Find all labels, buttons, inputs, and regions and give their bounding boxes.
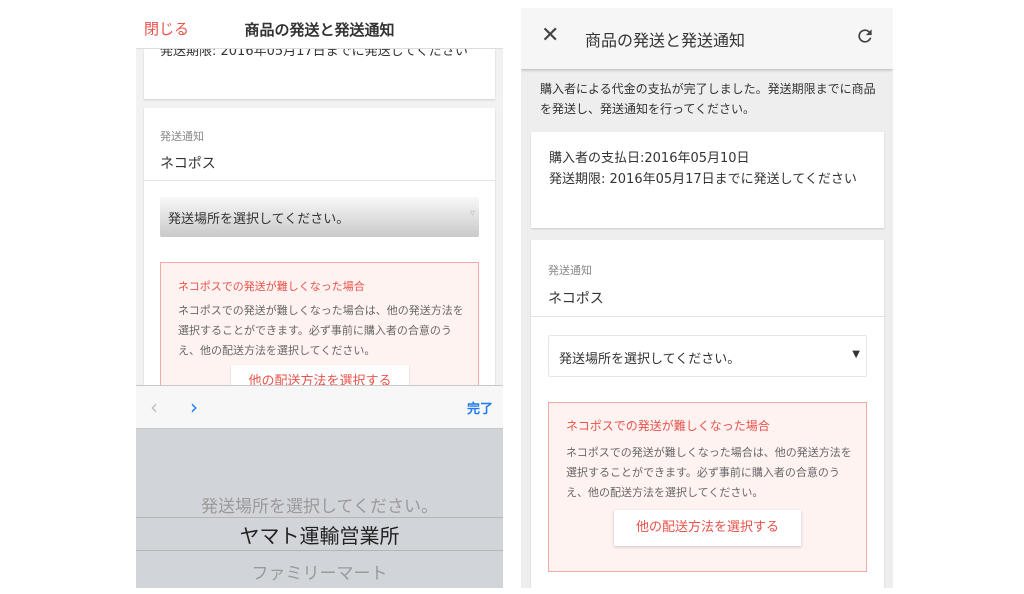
shipping-deadline-text: 発送期限: 2016年05月17日までに発送してください [549,172,857,187]
shipping-notice-card: 発送通知 ネコポス 発送場所を選択してください。 ▼ ネコポスでの発送が難しくな… [531,240,884,588]
alert-body: ネコポスでの発送が難しくなった場合は、他の発送方法を選択することができます。必ず… [566,446,852,499]
picker-selection: ヤマト運輸営業所 [136,517,503,551]
header-bar: ✕ 商品の発送と発送通知 [521,8,893,69]
picker-option[interactable]: ファミリーマート [136,559,503,584]
divider [531,316,884,317]
shipping-notice-label: 発送通知 [160,130,204,143]
shipping-method-value: ネコポス [160,156,216,172]
shipping-location-select[interactable]: 発送場所を選択してください。 ▿ [160,197,479,237]
alternative-shipping-alert: ネコポスでの発送が難しくなった場合 ネコポスでの発送が難しくなった場合は、他の発… [548,402,867,572]
shipping-notice-label: 発送通知 [548,264,592,277]
page-title: 商品の発送と発送通知 [585,31,746,50]
picker-wheel[interactable]: 発送場所を選択してください。 ヤマト運輸営業所 ファミリーマート [136,429,503,588]
payment-info-card: 購入者の支払日:2016年05月10日 発送期限: 2016年05月17日までに… [531,132,884,228]
header-bar: 閉じる 商品の発送と発送通知 [136,8,503,49]
payment-date-text: 購入者の支払日:2016年05月10日 [549,151,750,166]
alert-body: ネコポスでの発送が難しくなった場合は、他の発送方法を選択することができます。必ず… [178,304,464,357]
close-icon[interactable]: ✕ [541,23,559,48]
divider [144,180,495,181]
picker-selected-option[interactable]: ヤマト運輸営業所 [136,520,503,549]
alert-title: ネコポスでの発送が難しくなった場合 [566,419,770,433]
previous-field-icon[interactable]: ‹ [150,395,158,419]
page-title: 商品の発送と発送通知 [244,21,395,39]
deadline-card: 発送期限: 2016年05月17日までに発送してください [144,44,495,99]
picker-option[interactable]: 発送場所を選択してください。 [136,492,503,517]
next-field-icon[interactable]: › [190,395,198,419]
shipping-location-select[interactable]: 発送場所を選択してください。 ▼ [548,335,867,377]
payment-complete-message: 購入者による代金の支払が完了しました。発送期限までに商品を発送し、発送通知を行っ… [540,82,876,116]
left-phone-screen: 発送通知 ネコポス 発送場所を選択してください。 ▿ ネコポスでの発送が難しくな… [136,8,503,588]
right-phone-screen: ✕ 商品の発送と発送通知 購入者による代金の支払が完了しました。発送期限までに商… [521,8,893,588]
shipping-notice-card: 発送通知 ネコポス 発送場所を選択してください。 ▿ ネコポスでの発送が難しくな… [144,108,495,408]
alert-title: ネコポスでの発送が難しくなった場合 [178,280,365,293]
choose-other-shipping-button[interactable]: 他の配送方法を選択する [614,510,801,546]
shipping-location-select-value: 発送場所を選択してください。 [559,352,741,367]
refresh-icon[interactable] [855,26,875,46]
shipping-location-select-value: 発送場所を選択してください。 [168,212,350,227]
done-button[interactable]: 完了 [467,398,493,417]
shipping-method-value: ネコポス [548,291,604,307]
keyboard-accessory-bar: ‹ › 完了 [136,385,503,429]
chevron-down-icon: ▼ [852,349,860,360]
chevron-down-icon: ▿ [469,208,475,219]
